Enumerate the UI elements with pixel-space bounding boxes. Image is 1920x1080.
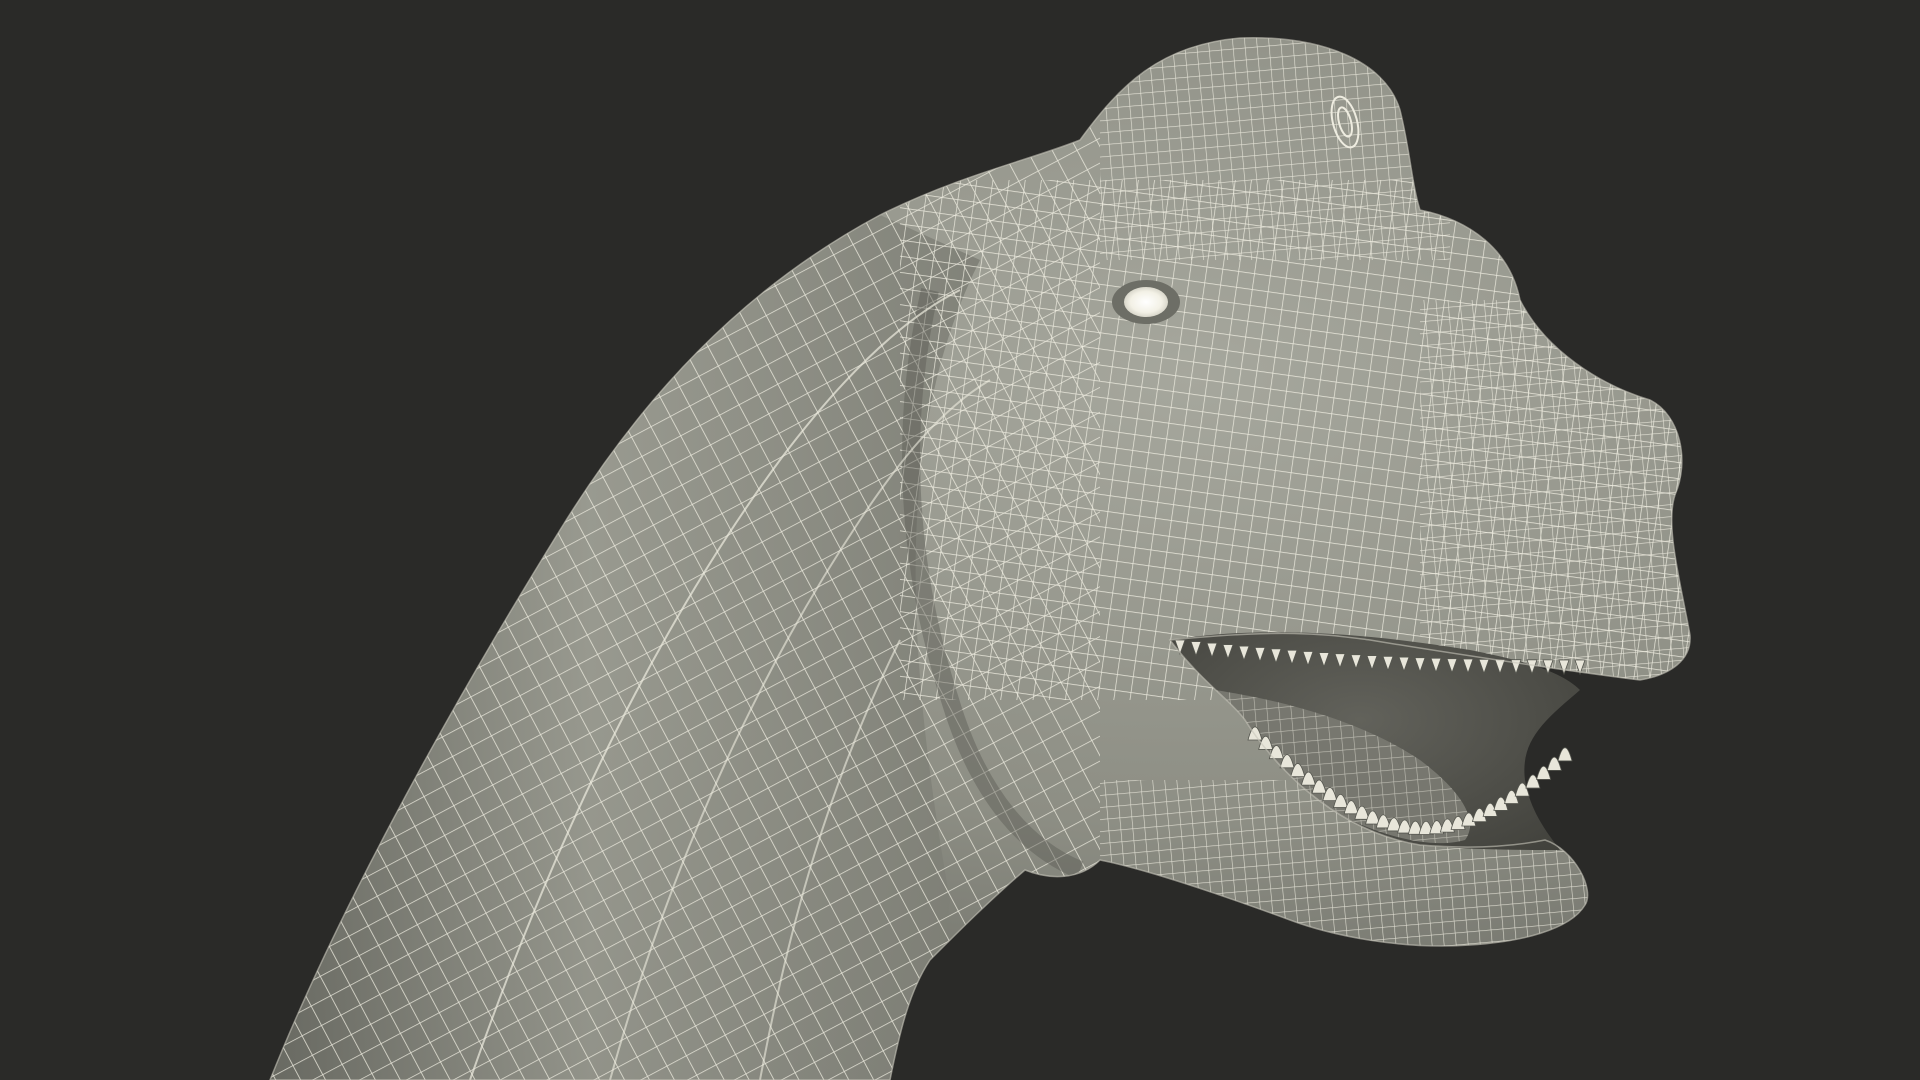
wireframe-render (0, 0, 1920, 1080)
render-viewport (0, 0, 1920, 1080)
eye (1112, 280, 1180, 324)
